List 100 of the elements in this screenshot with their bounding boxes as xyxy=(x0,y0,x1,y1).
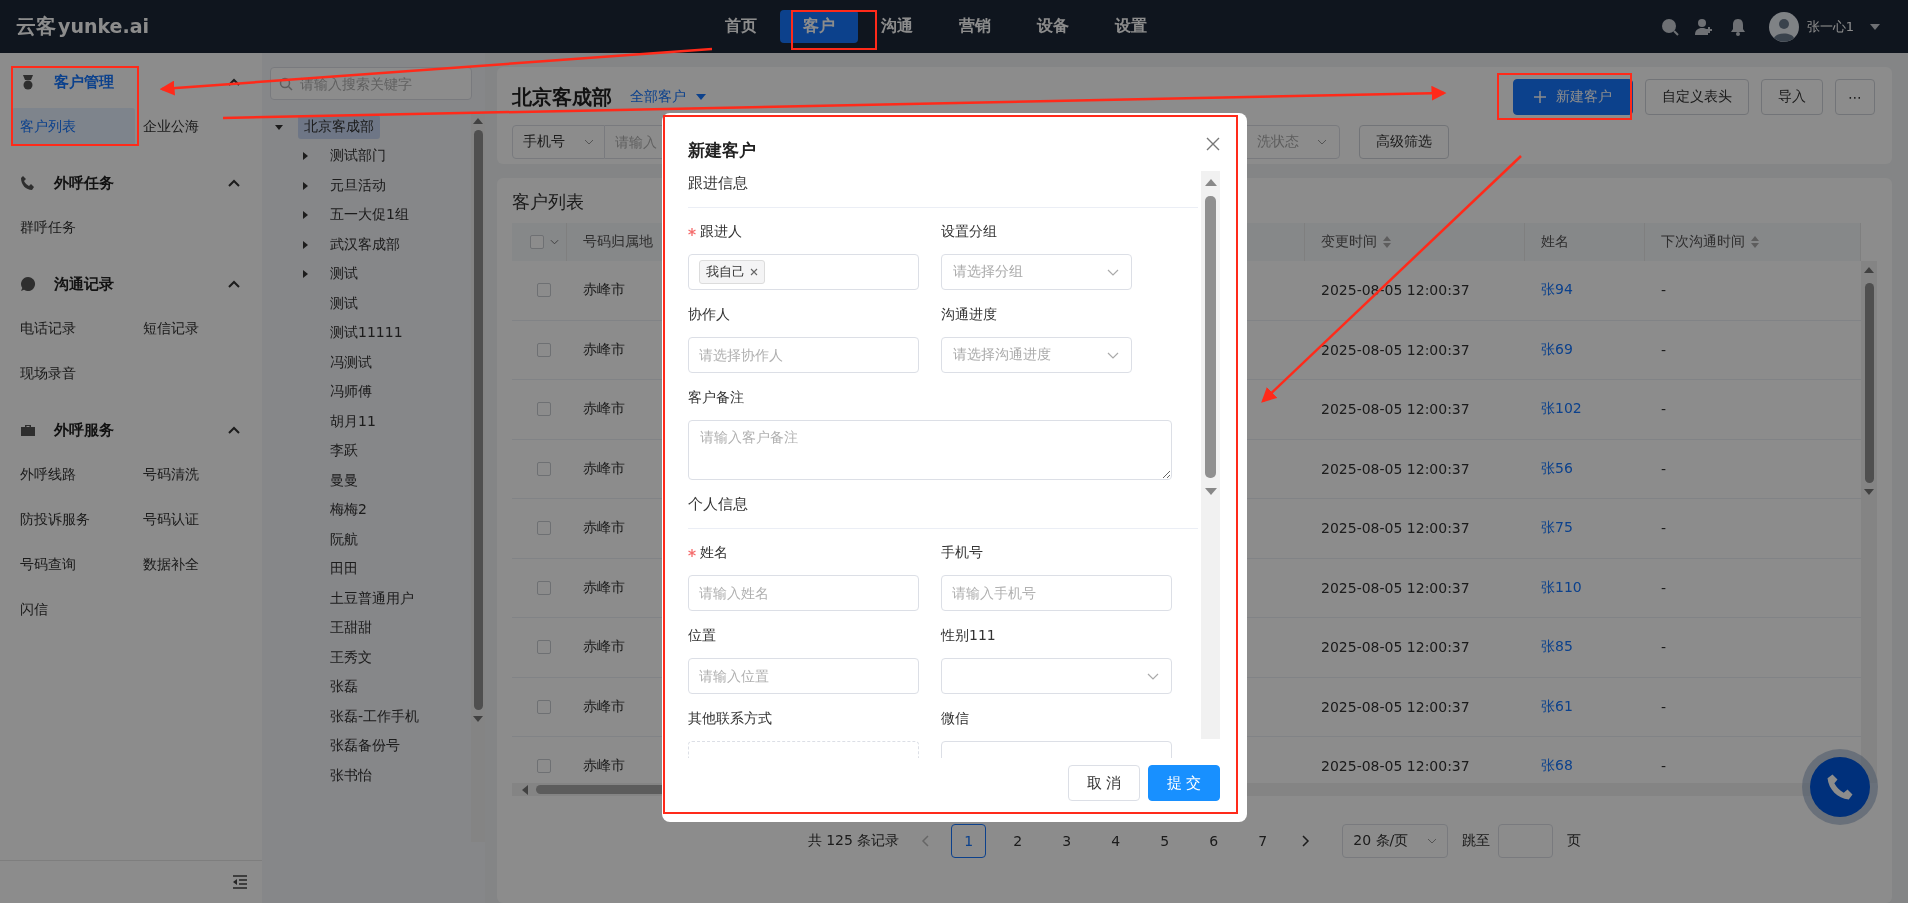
submit-button[interactable]: 提 交 xyxy=(1148,765,1220,801)
chevron-icon[interactable] xyxy=(228,78,240,86)
tree-item[interactable]: 胡月11 xyxy=(324,409,382,434)
name-link[interactable]: 张61 xyxy=(1541,697,1573,716)
sort-icon[interactable] xyxy=(1751,236,1759,248)
tree-item[interactable]: 土豆普通用户 xyxy=(324,586,420,611)
caret-icon[interactable] xyxy=(1870,23,1880,30)
avatar[interactable] xyxy=(1768,11,1799,42)
expand-arrow-icon[interactable] xyxy=(300,239,310,250)
nav-tab[interactable]: 营销 xyxy=(936,10,1014,43)
menu-item[interactable]: 数据补全 xyxy=(135,546,258,584)
tree-item[interactable]: 冯测试 xyxy=(324,350,378,375)
name-link[interactable]: 张85 xyxy=(1541,638,1573,657)
name-link[interactable]: 张75 xyxy=(1541,519,1573,538)
bell-icon[interactable] xyxy=(1728,17,1747,36)
cancel-button[interactable]: 取 消 xyxy=(1068,765,1140,801)
scope-dropdown[interactable]: 全部客户 xyxy=(630,88,706,106)
more-button[interactable]: ⋯ xyxy=(1835,79,1875,115)
name-link[interactable]: 张94 xyxy=(1541,281,1573,300)
page-button[interactable]: 2 xyxy=(1000,824,1036,858)
name-link[interactable]: 张68 xyxy=(1541,757,1573,776)
checkbox[interactable] xyxy=(530,235,544,249)
input-field[interactable]: 请输入姓名 xyxy=(688,575,919,611)
expand-arrow-icon[interactable] xyxy=(300,210,310,221)
select-field[interactable] xyxy=(941,658,1172,694)
scroll-left-icon[interactable] xyxy=(522,784,528,795)
tree-item[interactable]: 曼曼 xyxy=(324,468,364,493)
menu-item[interactable]: 电话记录 xyxy=(12,310,135,348)
tree-item[interactable]: 测试部门 xyxy=(324,144,392,169)
advanced-filter-button[interactable]: 高级筛选 xyxy=(1359,125,1449,159)
scroll-up-icon[interactable] xyxy=(473,118,483,124)
menu-item[interactable]: 号码清洗 xyxy=(135,456,258,494)
page-button[interactable]: 6 xyxy=(1196,824,1232,858)
page-size-select[interactable]: 20 条/页 xyxy=(1342,824,1449,858)
tree-item[interactable]: 李跃 xyxy=(324,439,364,464)
input-field[interactable]: 请输入位置 xyxy=(688,658,919,694)
tag-chip[interactable]: 我自己 xyxy=(699,260,765,284)
chevron-icon[interactable] xyxy=(228,280,240,288)
tree-item[interactable]: 五一大促1组 xyxy=(324,203,415,228)
scroll-up-icon[interactable] xyxy=(1204,179,1217,186)
name-link[interactable]: 张69 xyxy=(1541,340,1573,359)
nav-tab[interactable]: 首页 xyxy=(702,10,780,43)
page-button[interactable]: 1 xyxy=(951,824,987,858)
tree-item[interactable]: 梅梅2 xyxy=(324,498,373,523)
menu-item[interactable]: 闪信 xyxy=(12,591,135,629)
tag-field[interactable]: 我自己 xyxy=(688,254,919,290)
tree-item[interactable]: 冯师傅 xyxy=(324,380,378,405)
checkbox[interactable] xyxy=(537,461,551,476)
menu-item[interactable]: 群呼任务 xyxy=(12,209,135,247)
user-name[interactable]: 张一心1 xyxy=(1806,17,1854,36)
sort-icon[interactable] xyxy=(1383,236,1391,248)
menu-item[interactable]: 号码认证 xyxy=(135,501,258,539)
tree-item[interactable]: 王秀文 xyxy=(324,645,378,670)
input-field[interactable]: 请选择协作人 xyxy=(688,337,919,373)
checkbox[interactable] xyxy=(537,342,551,357)
page-button[interactable]: 5 xyxy=(1147,824,1183,858)
menu-item[interactable]: 防投诉服务 xyxy=(12,501,135,539)
nav-tab[interactable]: 沟通 xyxy=(858,10,936,43)
name-link[interactable]: 张56 xyxy=(1541,459,1573,478)
tree-item[interactable]: 阮航 xyxy=(324,527,364,552)
tree-item[interactable]: 张磊备份号 xyxy=(324,734,406,759)
checkbox[interactable] xyxy=(537,759,551,774)
page-button[interactable]: 4 xyxy=(1098,824,1134,858)
user-add-icon[interactable] xyxy=(1694,17,1713,36)
page-button[interactable]: 3 xyxy=(1049,824,1085,858)
caret-icon[interactable] xyxy=(550,239,559,245)
scroll-down-icon[interactable] xyxy=(1864,489,1874,495)
scrollbar[interactable] xyxy=(1201,171,1220,739)
chevron-icon[interactable] xyxy=(228,179,240,187)
tree-item[interactable]: 元旦活动 xyxy=(324,173,392,198)
nav-tab[interactable]: 客户 xyxy=(780,10,858,43)
nav-tab[interactable]: 设置 xyxy=(1092,10,1170,43)
expand-arrow-icon[interactable] xyxy=(300,269,310,280)
filter-select[interactable]: 手机号 xyxy=(512,125,605,159)
checkbox[interactable] xyxy=(537,580,551,595)
chevron-icon[interactable] xyxy=(228,426,240,434)
search-icon[interactable] xyxy=(1660,17,1679,36)
menu-item[interactable]: 现场录音 xyxy=(12,355,135,393)
toolbar-button[interactable]: 自定义表头 xyxy=(1645,79,1749,115)
checkbox[interactable] xyxy=(537,402,551,417)
checkbox[interactable] xyxy=(537,640,551,655)
input-field[interactable]: 请输入手机号 xyxy=(941,575,1172,611)
expand-arrow-icon[interactable] xyxy=(300,151,310,162)
tree-item[interactable]: 测试 xyxy=(324,291,364,316)
close-icon[interactable] xyxy=(1206,137,1220,151)
tree-item[interactable]: 测试11111 xyxy=(324,321,409,346)
menu-item[interactable]: 客户列表 xyxy=(12,108,135,146)
new-customer-button[interactable]: 新建客户 xyxy=(1513,79,1633,115)
page-button[interactable]: 7 xyxy=(1245,824,1281,858)
scrollbar[interactable] xyxy=(1861,261,1877,783)
toolbar-button[interactable]: 导入 xyxy=(1761,79,1823,115)
scrollbar[interactable] xyxy=(471,112,485,842)
tree-item[interactable]: 张书怡 xyxy=(324,763,378,788)
scrollbar-thumb[interactable] xyxy=(1205,196,1216,478)
checkbox[interactable] xyxy=(537,521,551,536)
textarea-field[interactable]: 请输入客户备注 xyxy=(688,420,1172,480)
menu-item[interactable]: 短信记录 xyxy=(135,310,258,348)
scroll-down-icon[interactable] xyxy=(1204,488,1217,495)
collapse-icon[interactable] xyxy=(232,875,248,889)
tree-item[interactable]: 张磊-工作手机 xyxy=(324,704,426,729)
